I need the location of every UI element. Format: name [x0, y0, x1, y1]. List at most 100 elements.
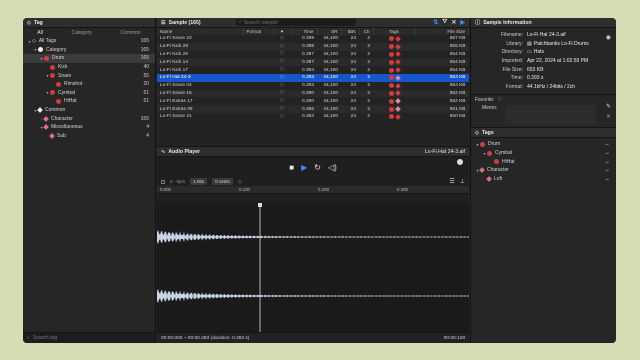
tag-tree-item[interactable]: ▾ Common — [23, 106, 155, 115]
arrow-right-icon[interactable]: → — [604, 159, 616, 165]
table-row[interactable]: Lo-Fi Kick 14 ♡ 0.397 44,100 24 2 654 KB — [157, 58, 469, 67]
col-name[interactable]: Name — [157, 28, 244, 35]
eye-icon[interactable]: ◉ — [606, 34, 611, 41]
tag-tree-item[interactable]: ▾ Cymbal 51 — [23, 89, 155, 98]
favorite-heart-icon[interactable]: ♡ — [273, 51, 291, 59]
tag-tree-item[interactable]: ▾ ◇ All Tags 165 — [23, 37, 155, 46]
tab-all[interactable]: All — [37, 30, 43, 36]
speed-field[interactable]: 1.00x — [190, 178, 208, 185]
arrow-right-icon[interactable]: → — [604, 150, 616, 156]
tag-tree-item[interactable]: Kick 40 — [23, 63, 155, 72]
diamond-icon — [394, 67, 401, 73]
pink-diamond-icon — [43, 115, 49, 122]
loop-icon[interactable]: ↻ — [314, 163, 321, 172]
tag-search-bar[interactable]: ⌕ Search tag — [23, 332, 155, 343]
favorite-heart-icon[interactable]: ♡ — [273, 89, 291, 98]
pan-value[interactable]: 0 · 0pm — [170, 179, 185, 184]
table-row[interactable]: Lo-Fi Snare 23 ♡ 0.399 44,100 24 2 657 KB — [157, 35, 469, 43]
align-icon[interactable]: ⊥ — [460, 178, 465, 185]
shuffle-icon[interactable]: ✕ — [451, 19, 456, 26]
table-row[interactable]: Lo-Fi Extras 08 ♡ 0.386 44,100 24 2 651 KB — [157, 105, 469, 113]
clear-icon[interactable]: ✕ — [606, 113, 611, 120]
col-format[interactable]: Format — [243, 28, 274, 35]
sample-bits: 24 — [350, 67, 356, 73]
table-row[interactable]: Lo-Fi Hat 24-3 ♡ 0.393 44,100 24 2 653 KB — [157, 73, 469, 82]
audio-player-title: Audio Player — [168, 148, 201, 155]
red-circle-icon — [50, 64, 55, 70]
play-next-icon[interactable]: ▶ — [460, 19, 465, 26]
col-favorite[interactable]: ♥ — [273, 28, 292, 35]
assigned-tag-item[interactable]: Lofi → — [471, 175, 616, 184]
favorite-heart-icon[interactable]: ♡ — [273, 42, 291, 51]
info-field-text: 653 KB — [527, 66, 544, 73]
pink-diamond-icon — [49, 132, 55, 139]
playhead-handle[interactable] — [258, 203, 262, 207]
clock-icon[interactable]: ◷ — [238, 179, 242, 185]
volume-icon[interactable]: ◁) — [328, 163, 337, 172]
col-ch[interactable]: Ch — [359, 28, 374, 35]
table-row[interactable]: Lo-Fi Snare 16 ♡ 0.390 44,100 24 2 652 KB — [157, 89, 469, 98]
table-row[interactable]: Lo-Fi Kick 17 ♡ 0.394 44,100 24 2 654 KB — [157, 66, 469, 74]
info-field: Directory: ▭ Hats — [471, 48, 616, 57]
sample-file-size: 654 KB — [449, 67, 466, 73]
arrow-right-icon[interactable]: → — [604, 176, 616, 182]
sample-name: Lo-Fi Snare 16 — [157, 89, 243, 98]
col-sr[interactable]: SR — [317, 28, 342, 35]
filter-icon[interactable]: ⛛ — [442, 19, 447, 26]
tab-common[interactable]: Common — [120, 30, 140, 36]
tag-search-input[interactable]: Search tag — [33, 335, 57, 341]
col-time[interactable]: Time — [291, 28, 318, 35]
waveform-display[interactable] — [157, 203, 469, 339]
option-checkbox[interactable] — [161, 179, 165, 184]
favorite-heart-icon[interactable]: ♡ — [273, 66, 291, 74]
tag-tree-item[interactable]: › Character 165 — [23, 114, 155, 123]
favorite-heart-icon[interactable]: ♡ — [273, 73, 291, 82]
tag-tree-item[interactable]: ▾ Category 165 — [23, 46, 155, 55]
tag-icon: ◇ — [32, 38, 36, 45]
table-row[interactable]: Lo-Fi Snare 21 ♡ 0.383 44,100 24 2 650 KB — [157, 113, 469, 121]
tag-tree-item[interactable]: ▾ Miscellaneous 4 — [23, 123, 155, 132]
edit-icon[interactable]: ✎ — [606, 103, 611, 110]
play-icon[interactable]: ▶ — [301, 163, 307, 172]
tag-tree-label: Drum — [52, 55, 65, 62]
stop-icon[interactable]: ■ — [289, 163, 294, 172]
sample-name: Lo-Fi Snare 21 — [160, 114, 192, 120]
arrow-right-icon[interactable]: → — [604, 141, 616, 147]
assigned-tag-item[interactable]: ▾ Drum → — [471, 140, 616, 149]
table-row[interactable]: Lo-Fi Snare 04 ♡ 0.393 44,100 24 2 653 KB — [157, 82, 469, 90]
volume-knob[interactable] — [457, 159, 463, 165]
tag-tree-item[interactable]: Sub 4 — [23, 132, 155, 141]
sample-channels: 2 — [359, 58, 373, 67]
col-bits[interactable]: Bits — [341, 28, 360, 35]
assigned-tag-item[interactable]: ▾ Cymbal → — [471, 149, 616, 158]
favorite-heart-icon[interactable]: ♡ — [497, 97, 501, 103]
favorite-heart-icon[interactable]: ♡ — [273, 82, 291, 90]
tag-tree-item[interactable]: Rimshot 20 — [23, 80, 155, 89]
time-ruler[interactable]: 0.000 0.100 0.200 0.300 — [157, 186, 469, 194]
tag-tree-item[interactable]: HiHat 51 — [23, 97, 155, 106]
favorite-heart-icon[interactable]: ♡ — [273, 105, 291, 113]
tag-tree-item[interactable]: ▾ Snare 55 — [23, 71, 155, 80]
tab-category[interactable]: Category — [71, 30, 91, 36]
sample-search-input[interactable]: ⌕ Search sample — [235, 19, 356, 26]
favorite-heart-icon[interactable]: ♡ — [273, 113, 291, 121]
info-field-value: Apr 22, 2024 at 1:02:59 PM — [527, 58, 588, 64]
table-row[interactable]: Lo-Fi Kick 25 ♡ 0.397 44,100 24 2 654 KB — [157, 51, 469, 59]
table-row[interactable]: Lo-Fi Kick 29 ♡ 0.398 44,100 24 2 655 KB — [157, 42, 469, 51]
sample-format — [243, 35, 273, 43]
memo-field[interactable] — [505, 105, 596, 126]
sort-icon[interactable]: ⇅ — [433, 19, 438, 26]
arrow-right-icon[interactable]: → — [604, 167, 616, 173]
pitch-field[interactable]: 0 cents — [212, 178, 233, 185]
list-icon: ☰ — [161, 19, 166, 26]
assigned-tag-item[interactable]: HiHat → — [471, 157, 616, 166]
col-file-size[interactable]: File Size — [415, 28, 469, 35]
table-row[interactable]: Lo-Fi Extras 17 ♡ 0.390 44,100 24 2 652 KB — [157, 97, 469, 105]
favorite-heart-icon[interactable]: ♡ — [273, 58, 291, 67]
favorite-heart-icon[interactable]: ♡ — [273, 35, 291, 43]
favorite-heart-icon[interactable]: ♡ — [273, 97, 291, 105]
zoom-icon[interactable]: ☰ — [449, 178, 454, 185]
assigned-tag-item[interactable]: ▾ Character → — [471, 166, 616, 175]
col-tags[interactable]: Tags — [373, 28, 416, 35]
tag-tree-item[interactable]: ▾ Drum 165 — [23, 54, 155, 63]
